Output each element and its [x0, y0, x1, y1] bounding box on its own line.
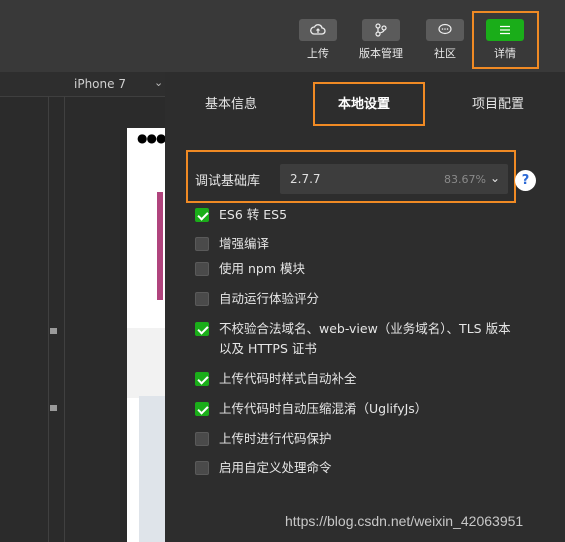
- community-label: 社区: [434, 47, 456, 60]
- preview-content: [139, 396, 165, 542]
- device-bar[interactable]: iPhone 7 ⌄: [0, 72, 165, 97]
- upload-label: 上传: [307, 47, 329, 60]
- option-enhanced-compile[interactable]: 增强编译: [195, 234, 535, 254]
- details-highlight-box: [472, 11, 539, 69]
- watermark: https://blog.csdn.net/weixin_42063951: [285, 513, 524, 529]
- option-label: 自动运行体验评分: [219, 291, 320, 306]
- tab-basic-info[interactable]: 基本信息: [205, 93, 257, 112]
- option-label: 增强编译: [219, 236, 270, 251]
- checkbox[interactable]: [195, 262, 209, 276]
- option-code-protect[interactable]: 上传时进行代码保护: [195, 429, 535, 449]
- option-npm[interactable]: 使用 npm 模块: [195, 259, 535, 279]
- checkbox[interactable]: [195, 208, 209, 222]
- checkbox[interactable]: [195, 237, 209, 251]
- chevron-down-icon: ⌄: [489, 171, 500, 185]
- option-es6[interactable]: ES6 转 ES5: [195, 205, 535, 225]
- library-coverage: 83.67%: [444, 173, 486, 186]
- chevron-down-icon: ⌄: [154, 76, 164, 89]
- option-label: 使用 npm 模块: [219, 261, 305, 276]
- resize-handle[interactable]: [50, 328, 57, 334]
- device-select[interactable]: iPhone 7: [74, 77, 126, 91]
- tab-project-config[interactable]: 项目配置: [472, 93, 524, 112]
- option-skip-domain-check[interactable]: 不校验合法域名、web-view（业务域名）、TLS 版本以及 HTTPS 证书: [195, 319, 515, 359]
- checkbox[interactable]: [195, 432, 209, 446]
- option-label: 不校验合法域名、web-view（业务域名）、TLS 版本以及 HTTPS 证书: [219, 321, 511, 356]
- option-minify[interactable]: 上传代码时自动压缩混淆（UglifyJs）: [195, 399, 535, 419]
- version-control-label: 版本管理: [359, 47, 403, 60]
- option-label: 启用自定义处理命令: [219, 460, 332, 475]
- checkbox[interactable]: [195, 322, 209, 336]
- option-label: 上传代码时自动压缩混淆（UglifyJs）: [219, 401, 428, 416]
- checkbox[interactable]: [195, 372, 209, 386]
- option-label: 上传时进行代码保护: [219, 431, 332, 446]
- option-auto-audit[interactable]: 自动运行体验评分: [195, 289, 535, 309]
- upload-button[interactable]: 上传: [291, 19, 345, 61]
- option-label: ES6 转 ES5: [219, 207, 288, 222]
- divider: [64, 96, 65, 542]
- chat-icon: [426, 19, 464, 41]
- checkbox[interactable]: [195, 402, 209, 416]
- option-label: 上传代码时样式自动补全: [219, 371, 357, 386]
- cloud-upload-icon: [299, 19, 337, 41]
- library-label: 调试基础库: [195, 174, 261, 189]
- preview-content: [157, 192, 163, 300]
- checkbox[interactable]: [195, 292, 209, 306]
- tab-highlight-box: [313, 82, 425, 126]
- checkbox[interactable]: [195, 461, 209, 475]
- community-button[interactable]: 社区: [418, 19, 472, 61]
- phone-preview: ●●●●: [127, 128, 176, 542]
- divider: [48, 96, 49, 542]
- resize-handle[interactable]: [50, 405, 57, 411]
- branch-icon: [362, 19, 400, 41]
- version-control-button[interactable]: 版本管理: [354, 19, 408, 61]
- library-version-select[interactable]: 2.7.7 83.67% ⌄: [280, 164, 508, 194]
- preview-content: [127, 328, 165, 398]
- library-version: 2.7.7: [290, 172, 321, 186]
- option-style-autocomplete[interactable]: 上传代码时样式自动补全: [195, 369, 535, 389]
- help-icon[interactable]: ?: [515, 170, 536, 191]
- option-custom-command[interactable]: 启用自定义处理命令: [195, 458, 535, 478]
